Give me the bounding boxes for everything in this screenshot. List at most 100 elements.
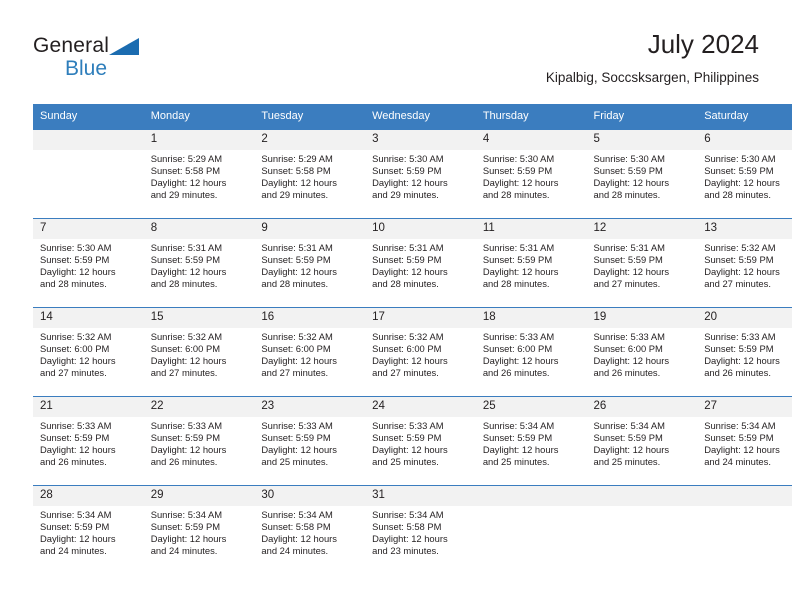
sunrise-text: Sunrise: 5:32 AM (372, 331, 444, 342)
day-number: 12 (586, 219, 698, 239)
sunrise-text: Sunrise: 5:33 AM (261, 420, 333, 431)
calendar-day-cell[interactable]: 20 Sunrise: 5:33 AM Sunset: 5:59 PM Dayligh… (697, 307, 792, 397)
calendar-day-cell[interactable]: 14 Sunrise: 5:32 AM Sunset: 6:00 PM Dayligh… (33, 307, 144, 397)
calendar-week-row: 14 Sunrise: 5:32 AM Sunset: 6:00 PM Dayligh… (33, 307, 792, 397)
daylight-text-line2: and 25 minutes. (372, 456, 439, 468)
sunrise-text: Sunrise: 5:33 AM (593, 331, 665, 342)
daylight-text-line1: Daylight: 12 hours (150, 266, 227, 278)
calendar-day-cell[interactable]: 11 Sunrise: 5:31 AM Sunset: 5:59 PM Dayligh… (475, 218, 587, 308)
daylight-text-line2: and 27 minutes. (40, 367, 107, 379)
daylight-text-line1: Daylight: 12 hours (704, 266, 780, 278)
sunrise-text: Sunrise: 5:30 AM (482, 153, 555, 164)
calendar-day-cell[interactable]: 9 Sunrise: 5:31 AM Sunset: 5:59 PM Daylight… (254, 218, 366, 308)
calendar-day-cell[interactable]: 10 Sunrise: 5:31 AM Sunset: 5:59 PM Dayligh… (365, 218, 476, 308)
day-details: Sunrise: 5:32 AM Sunset: 6:00 PM Daylight:… (365, 328, 476, 379)
sunrise-text: Sunrise: 5:32 AM (40, 331, 112, 342)
sunset-text: Sunset: 6:00 PM (40, 343, 110, 355)
sunrise-text: Sunrise: 5:32 AM (704, 242, 776, 253)
daylight-text-line2: and 27 minutes. (261, 367, 329, 379)
day-details: Sunrise: 5:32 AM Sunset: 6:00 PM Daylight:… (33, 328, 144, 379)
day-number: 4 (475, 130, 587, 150)
daylight-text-line2: and 25 minutes. (482, 456, 550, 468)
sunrise-text: Sunrise: 5:29 AM (261, 153, 333, 164)
sunset-text: Sunset: 5:59 PM (150, 432, 221, 444)
sunset-text: Sunset: 5:59 PM (593, 165, 663, 177)
day-details: Sunrise: 5:31 AM Sunset: 5:59 PM Daylight:… (365, 239, 476, 290)
calendar-day-cell[interactable]: 15 Sunrise: 5:32 AM Sunset: 6:00 PM Dayligh… (143, 307, 255, 397)
sunset-text: Sunset: 5:58 PM (261, 165, 331, 177)
sunset-text: Sunset: 5:59 PM (482, 432, 553, 444)
daylight-text-line2: and 27 minutes. (593, 278, 661, 290)
sunset-text: Sunset: 6:00 PM (372, 343, 442, 355)
calendar-day-cell[interactable]: 27 Sunrise: 5:34 AM Sunset: 5:59 PM Dayligh… (697, 396, 792, 486)
day-details: Sunrise: 5:34 AM Sunset: 5:59 PM Daylight:… (476, 417, 587, 468)
calendar-day-cell[interactable]: 21 Sunrise: 5:33 AM Sunset: 5:59 PM Dayligh… (33, 396, 144, 486)
daylight-text-line2: and 24 minutes. (261, 545, 329, 557)
day-details: Sunrise: 5:33 AM Sunset: 6:00 PM Daylight:… (587, 328, 698, 379)
brand-name-general: General (33, 34, 110, 57)
weekday-header-friday: Friday (586, 104, 698, 130)
calendar-day-cell[interactable]: 3 Sunrise: 5:30 AM Sunset: 5:59 PM Daylight… (365, 129, 476, 219)
daylight-text-line2: and 26 minutes. (40, 456, 107, 468)
sunset-text: Sunset: 5:58 PM (261, 521, 331, 533)
sunrise-text: Sunrise: 5:34 AM (593, 420, 665, 431)
sunrise-text: Sunrise: 5:31 AM (482, 242, 555, 253)
day-details: Sunrise: 5:34 AM Sunset: 5:58 PM Daylight:… (254, 506, 365, 557)
daylight-text-line2: and 26 minutes. (593, 367, 661, 379)
sunrise-text: Sunrise: 5:34 AM (372, 509, 444, 520)
calendar-day-cell[interactable]: 26 Sunrise: 5:34 AM Sunset: 5:59 PM Dayligh… (586, 396, 698, 486)
daylight-text-line2: and 28 minutes. (372, 278, 439, 290)
day-details: Sunrise: 5:34 AM Sunset: 5:59 PM Daylight:… (587, 417, 698, 468)
daylight-text-line1: Daylight: 12 hours (372, 266, 448, 278)
calendar-day-cell[interactable]: 19 Sunrise: 5:33 AM Sunset: 6:00 PM Dayligh… (586, 307, 698, 397)
daylight-text-line2: and 29 minutes. (150, 189, 218, 201)
sunrise-text: Sunrise: 5:32 AM (261, 331, 333, 342)
day-number: 29 (143, 486, 255, 506)
day-details: Sunrise: 5:29 AM Sunset: 5:58 PM Daylight:… (144, 150, 255, 201)
daylight-text-line1: Daylight: 12 hours (482, 177, 559, 189)
sunset-text: Sunset: 5:59 PM (40, 254, 110, 266)
calendar-day-cell[interactable]: 5 Sunrise: 5:30 AM Sunset: 5:59 PM Daylight… (586, 129, 698, 219)
sunset-text: Sunset: 5:59 PM (482, 254, 553, 266)
calendar-day-cell[interactable]: 16 Sunrise: 5:32 AM Sunset: 6:00 PM Dayligh… (254, 307, 366, 397)
sunrise-text: Sunrise: 5:31 AM (593, 242, 665, 253)
brand-logo[interactable]: General Blue (33, 35, 233, 91)
calendar-day-cell[interactable]: 24 Sunrise: 5:33 AM Sunset: 5:59 PM Dayligh… (365, 396, 476, 486)
weekday-header-sunday: Sunday (33, 104, 144, 130)
calendar-day-cell[interactable]: 25 Sunrise: 5:34 AM Sunset: 5:59 PM Dayligh… (475, 396, 587, 486)
daylight-text-line2: and 24 minutes. (40, 545, 107, 557)
calendar-day-cell[interactable]: 31 Sunrise: 5:34 AM Sunset: 5:58 PM Dayligh… (365, 485, 476, 575)
calendar-day-cell[interactable]: 18 Sunrise: 5:33 AM Sunset: 6:00 PM Dayligh… (475, 307, 587, 397)
calendar-day-cell[interactable]: 12 Sunrise: 5:31 AM Sunset: 5:59 PM Dayligh… (586, 218, 698, 308)
calendar-day-cell[interactable]: 2 Sunrise: 5:29 AM Sunset: 5:58 PM Daylight… (254, 129, 366, 219)
calendar-day-cell[interactable]: 8 Sunrise: 5:31 AM Sunset: 5:59 PM Daylight… (143, 218, 255, 308)
day-number: 8 (143, 219, 255, 239)
calendar-day-cell[interactable]: 1 Sunrise: 5:29 AM Sunset: 5:58 PM Daylight… (143, 129, 255, 219)
day-details: Sunrise: 5:31 AM Sunset: 5:59 PM Daylight:… (476, 239, 587, 290)
sunrise-text: Sunrise: 5:32 AM (150, 331, 223, 342)
calendar-day-cell-empty (586, 485, 698, 575)
sunset-text: Sunset: 5:59 PM (704, 343, 774, 355)
calendar-day-cell[interactable]: 4 Sunrise: 5:30 AM Sunset: 5:59 PM Daylight… (475, 129, 587, 219)
day-details: Sunrise: 5:33 AM Sunset: 5:59 PM Daylight:… (365, 417, 476, 468)
day-details: Sunrise: 5:33 AM Sunset: 5:59 PM Daylight:… (697, 328, 792, 379)
daylight-text-line1: Daylight: 12 hours (372, 355, 448, 367)
day-details: Sunrise: 5:30 AM Sunset: 5:59 PM Daylight:… (365, 150, 476, 201)
page-location: Kipalbig, Soccsksargen, Philippines (545, 70, 759, 85)
daylight-text-line1: Daylight: 12 hours (704, 355, 780, 367)
calendar-day-cell[interactable]: 13 Sunrise: 5:32 AM Sunset: 5:59 PM Dayligh… (697, 218, 792, 308)
sunset-text: Sunset: 5:59 PM (704, 254, 774, 266)
calendar-day-cell[interactable]: 23 Sunrise: 5:33 AM Sunset: 5:59 PM Dayligh… (254, 396, 366, 486)
sunrise-text: Sunrise: 5:33 AM (372, 420, 444, 431)
calendar-day-cell[interactable]: 7 Sunrise: 5:30 AM Sunset: 5:59 PM Daylight… (33, 218, 144, 308)
calendar-day-cell[interactable]: 30 Sunrise: 5:34 AM Sunset: 5:58 PM Dayligh… (254, 485, 366, 575)
calendar-day-cell[interactable]: 28 Sunrise: 5:34 AM Sunset: 5:59 PM Dayligh… (33, 485, 144, 575)
calendar-day-cell[interactable]: 17 Sunrise: 5:32 AM Sunset: 6:00 PM Dayligh… (365, 307, 476, 397)
sunrise-text: Sunrise: 5:30 AM (372, 153, 444, 164)
daylight-text-line1: Daylight: 12 hours (261, 444, 337, 456)
calendar-day-cell[interactable]: 6 Sunrise: 5:30 AM Sunset: 5:59 PM Daylight… (697, 129, 792, 219)
day-number: 15 (143, 308, 255, 328)
daylight-text-line1: Daylight: 12 hours (482, 355, 559, 367)
calendar-day-cell[interactable]: 22 Sunrise: 5:33 AM Sunset: 5:59 PM Dayligh… (143, 396, 255, 486)
calendar-day-cell[interactable]: 29 Sunrise: 5:34 AM Sunset: 5:59 PM Dayligh… (143, 485, 255, 575)
